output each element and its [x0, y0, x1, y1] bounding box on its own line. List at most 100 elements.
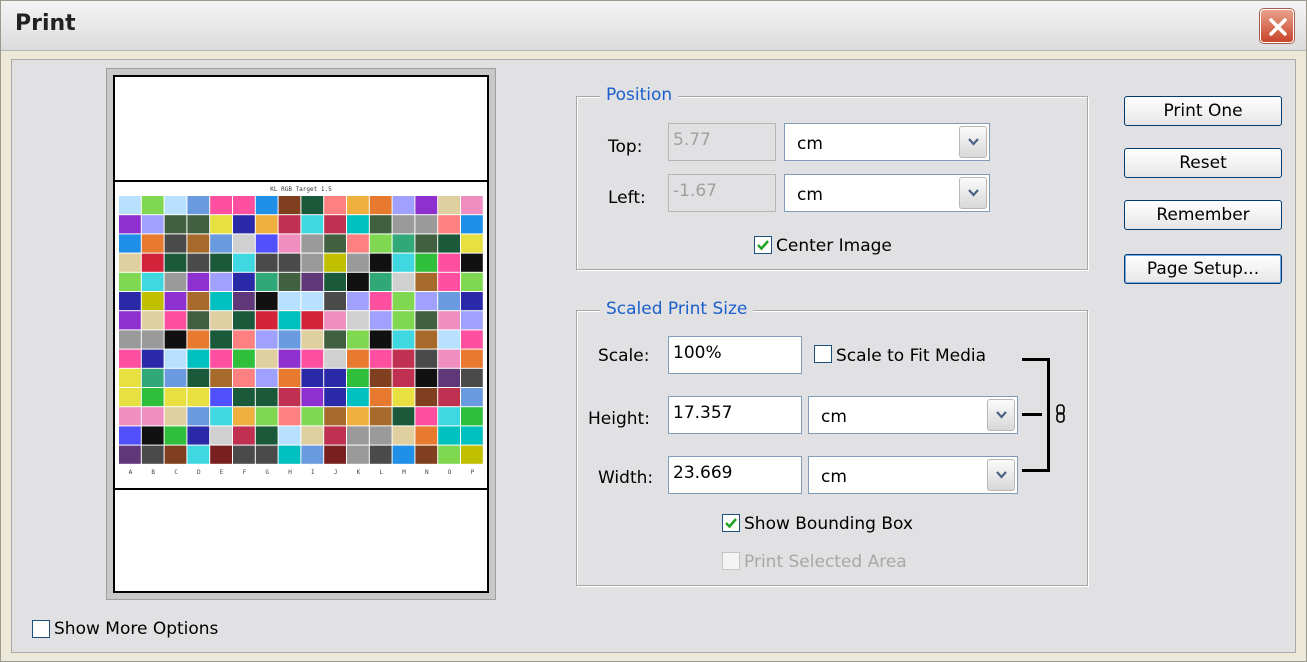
color-patch — [210, 330, 232, 349]
color-patch — [187, 426, 210, 445]
color-patch — [233, 215, 255, 234]
width-field[interactable]: 23.669 — [668, 456, 802, 494]
height-unit-value: cm — [821, 407, 847, 427]
color-patch — [187, 196, 210, 215]
color-patch — [347, 445, 369, 464]
show-bounding-box-label[interactable]: Show Bounding Box — [744, 514, 913, 534]
color-patch — [187, 272, 210, 291]
color-patch — [415, 407, 438, 426]
color-patch — [347, 215, 369, 234]
color-patch — [301, 445, 324, 464]
top-field[interactable]: 5.77 — [668, 123, 776, 161]
color-patch — [278, 253, 301, 272]
left-unit-value: cm — [797, 185, 823, 205]
color-patch — [438, 407, 460, 426]
color-patch — [301, 330, 324, 349]
show-bounding-box-checkbox[interactable] — [722, 514, 740, 532]
remember-button[interactable]: Remember — [1124, 200, 1282, 230]
reset-button[interactable]: Reset — [1124, 148, 1282, 178]
color-patch — [415, 234, 438, 253]
column-label: O — [448, 469, 452, 476]
height-field[interactable]: 17.357 — [668, 396, 802, 434]
color-patch — [255, 330, 278, 349]
chevron-down-icon[interactable] — [959, 126, 987, 158]
page-setup-button[interactable]: Page Setup... — [1124, 254, 1282, 284]
link-icon — [1054, 403, 1068, 425]
color-patch — [324, 253, 346, 272]
color-patch — [255, 196, 278, 215]
column-label: K — [357, 469, 361, 476]
close-icon — [1269, 18, 1287, 36]
color-patch — [119, 292, 141, 311]
color-patch — [278, 215, 301, 234]
color-patch — [187, 292, 210, 311]
color-patch — [324, 292, 346, 311]
center-image-label[interactable]: Center Image — [776, 236, 892, 256]
top-unit-select[interactable]: cm — [784, 123, 990, 161]
color-patch — [392, 349, 415, 368]
color-patch — [278, 311, 301, 330]
chevron-down-icon[interactable] — [959, 177, 987, 209]
color-patch — [392, 368, 415, 387]
color-patch — [210, 426, 232, 445]
color-patch — [164, 388, 187, 407]
color-patch — [187, 234, 210, 253]
bounding-box[interactable]: KL RGB Target 1.5 A B C D E F G H I J K L M N O P — [115, 180, 487, 490]
color-patch — [369, 330, 392, 349]
column-label: P — [471, 469, 475, 476]
color-patch — [461, 426, 483, 445]
target-title: KL RGB Target 1.5 — [270, 186, 332, 193]
column-label: I — [311, 469, 315, 476]
left-unit-select[interactable]: cm — [784, 174, 990, 212]
color-patch — [324, 330, 346, 349]
column-label: D — [197, 469, 201, 476]
color-patch — [301, 426, 324, 445]
color-patch — [164, 234, 187, 253]
color-patch — [119, 426, 141, 445]
color-patch — [278, 368, 301, 387]
chevron-down-icon[interactable] — [987, 399, 1015, 431]
color-patch — [415, 292, 438, 311]
show-more-options-checkbox[interactable] — [32, 620, 50, 638]
column-label: H — [288, 469, 292, 476]
color-patch — [369, 272, 392, 291]
constrain-bracket-middle — [1022, 413, 1042, 416]
chevron-down-icon[interactable] — [987, 459, 1015, 491]
scale-to-fit-checkbox[interactable] — [814, 345, 832, 363]
height-unit-select[interactable]: cm — [808, 396, 1018, 434]
constrain-bracket-top — [1022, 358, 1050, 361]
color-patch — [164, 407, 187, 426]
show-more-options-label[interactable]: Show More Options — [54, 619, 218, 639]
left-field[interactable]: -1.67 — [668, 174, 776, 212]
title-bar[interactable]: Print — [1, 1, 1306, 51]
color-patch — [141, 368, 164, 387]
color-patch — [119, 445, 141, 464]
center-image-checkbox[interactable] — [754, 236, 772, 254]
color-patch — [233, 330, 255, 349]
color-patch — [369, 368, 392, 387]
color-patch — [347, 368, 369, 387]
print-one-button[interactable]: Print One — [1124, 96, 1282, 126]
color-patch — [369, 234, 392, 253]
color-patch — [392, 445, 415, 464]
color-patch — [415, 426, 438, 445]
scale-field[interactable]: 100% — [668, 336, 802, 374]
close-button[interactable] — [1260, 9, 1294, 43]
color-patch — [141, 292, 164, 311]
color-patch — [392, 292, 415, 311]
scale-to-fit-label[interactable]: Scale to Fit Media — [836, 346, 986, 366]
color-patch — [324, 311, 346, 330]
color-patch — [255, 407, 278, 426]
color-patch — [141, 272, 164, 291]
color-patch — [210, 311, 232, 330]
scale-label: Scale: — [598, 346, 650, 366]
color-patch — [392, 407, 415, 426]
color-patch — [301, 272, 324, 291]
print-selected-area-checkbox[interactable] — [722, 552, 740, 570]
color-patch — [187, 445, 210, 464]
color-patch — [164, 272, 187, 291]
color-patch — [164, 349, 187, 368]
width-unit-select[interactable]: cm — [808, 456, 1018, 494]
color-patch — [278, 330, 301, 349]
color-patch — [301, 407, 324, 426]
